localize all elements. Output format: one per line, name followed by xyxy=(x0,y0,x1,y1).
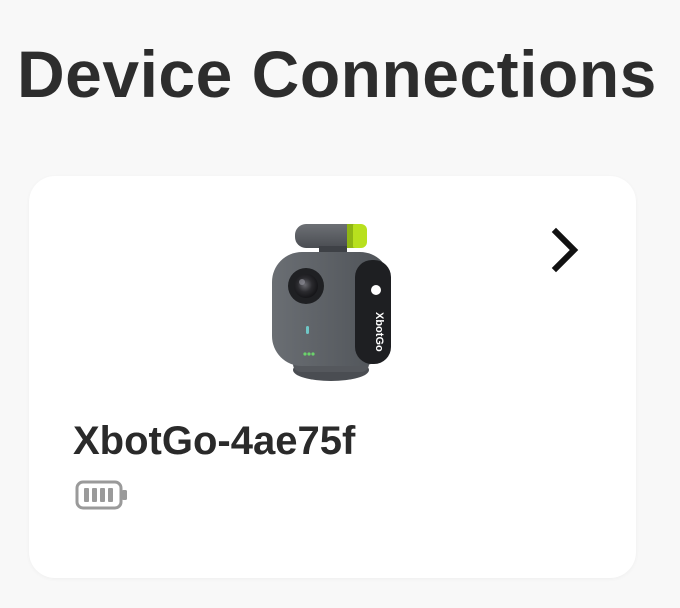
device-card[interactable]: XbotGo XbotGo-4ae75f xyxy=(29,176,636,578)
device-name: XbotGo-4ae75f xyxy=(73,419,356,463)
device-image: XbotGo xyxy=(272,224,391,381)
chevron-right-icon[interactable] xyxy=(545,226,585,274)
device-brand-text: XbotGo xyxy=(373,312,385,352)
page-title: Device Connections xyxy=(17,37,657,111)
battery-full-icon xyxy=(75,480,127,510)
